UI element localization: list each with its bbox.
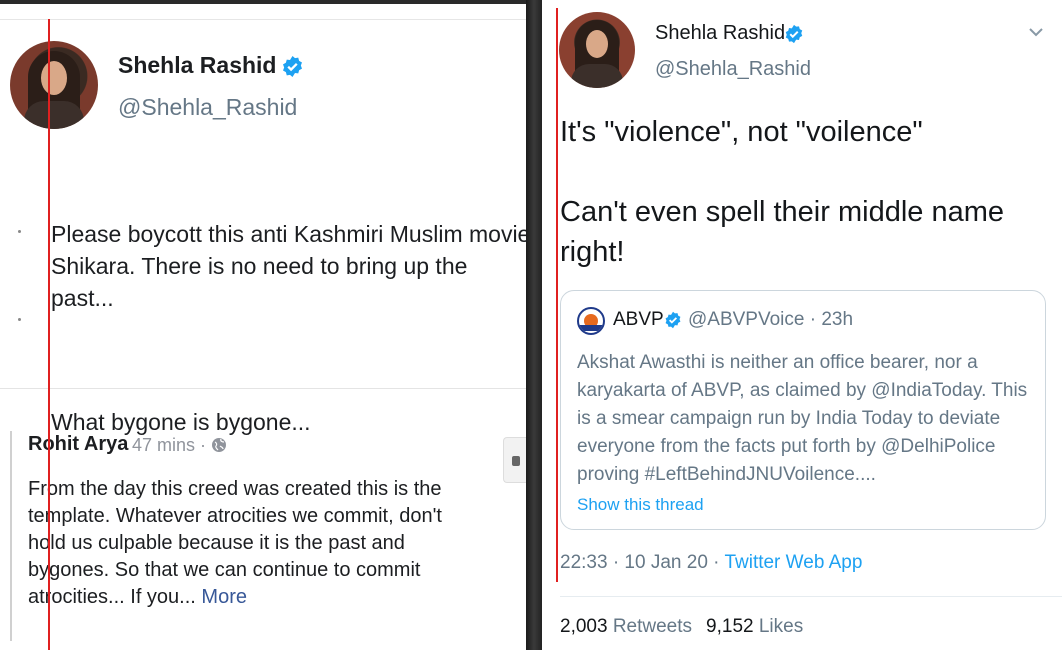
author-name[interactable]: Shehla Rashid (118, 52, 276, 79)
top-bar (0, 0, 526, 4)
side-action-button[interactable] (503, 437, 526, 483)
show-thread-link[interactable]: Show this thread (577, 495, 704, 515)
bullet-dot (18, 230, 21, 233)
tweet-meta: 22:33 · 10 Jan 20 · Twitter Web App (560, 552, 862, 574)
quote-author-name: ABVP (613, 309, 664, 330)
likes-label: Likes (758, 616, 804, 637)
quote-handle-time: @ABVPVoice · 23h (688, 309, 854, 330)
author-handle[interactable]: @Shehla_Rashid (118, 94, 297, 121)
tweet-text: It's "violence", not "voilence" Can't ev… (560, 112, 1050, 272)
comment-indent-bar (10, 431, 12, 641)
facebook-post-panel: Shehla Rashid @Shehla_Rashid Please boyc… (0, 0, 526, 650)
tweet-paragraph: Please boycott this anti Kashmiri Muslim… (51, 221, 526, 311)
verified-badge-icon (283, 55, 302, 78)
bullet-dot (18, 318, 21, 321)
tweet-line: Can't even spell their middle name right… (560, 196, 1004, 268)
abvp-logo-icon (577, 307, 605, 335)
comment-text: From the day this creed was created this… (28, 476, 478, 611)
avatar[interactable] (10, 41, 98, 129)
tweet-timestamp[interactable]: 22:33 · 10 Jan 20 · (560, 552, 720, 573)
comment-time[interactable]: 47 mins · (132, 435, 206, 456)
globe-icon (212, 438, 226, 452)
divider (560, 596, 1062, 597)
tweet-source-app[interactable]: Twitter Web App (724, 552, 862, 573)
tweet-line: It's "violence", not "voilence" (560, 116, 923, 148)
retweets-count: 2,003 (560, 616, 608, 637)
top-divider (0, 19, 526, 20)
annotation-line (556, 8, 558, 582)
panel-divider (526, 0, 542, 650)
tweet-stats: 2,003 Retweets 9,152 Likes (560, 616, 803, 638)
more-link[interactable]: More (201, 586, 247, 608)
quoted-tweet[interactable]: ABVP @ABVPVoice · 23h Akshat Awasthi is … (560, 290, 1046, 530)
verified-badge-icon (785, 24, 803, 44)
author-handle[interactable]: @Shehla_Rashid (655, 58, 811, 81)
comment-author[interactable]: Rohit Arya (28, 433, 128, 456)
tweet-text: Please boycott this anti Kashmiri Muslim… (51, 186, 526, 470)
avatar[interactable] (559, 12, 635, 88)
quote-text: Akshat Awasthi is neither an office bear… (577, 352, 1028, 485)
divider (0, 388, 526, 389)
verified-badge-icon (665, 311, 681, 329)
retweets-label: Retweets (612, 616, 693, 637)
annotation-line (48, 19, 50, 650)
twitter-tweet-panel: Shehla Rashid @Shehla_Rashid It's "viole… (542, 0, 1062, 650)
retweets-stat[interactable]: 2,003 Retweets (560, 616, 692, 637)
author-name[interactable]: Shehla Rashid (655, 22, 785, 45)
likes-count: 9,152 (706, 616, 754, 637)
chevron-down-icon[interactable] (1028, 24, 1044, 40)
likes-stat[interactable]: 9,152 Likes (706, 616, 803, 637)
